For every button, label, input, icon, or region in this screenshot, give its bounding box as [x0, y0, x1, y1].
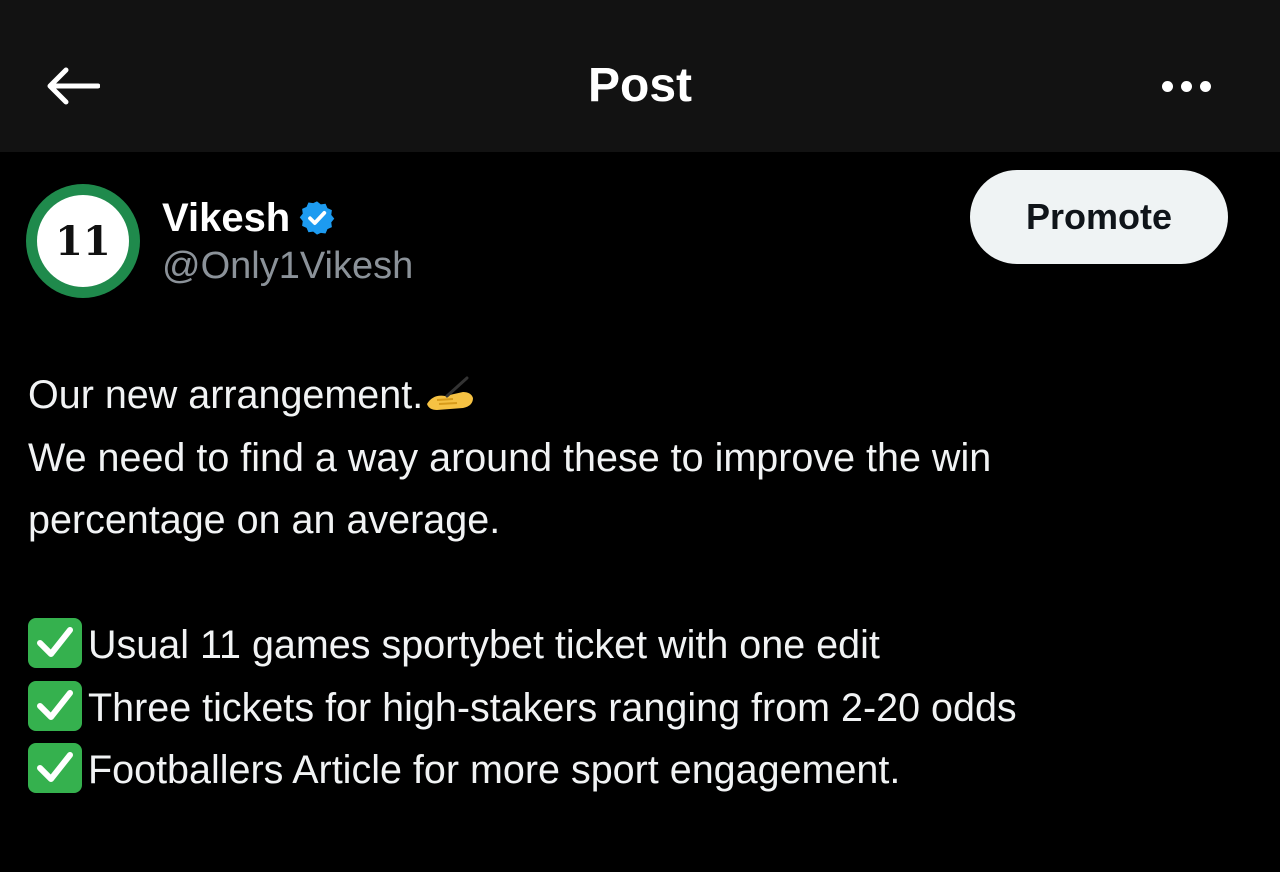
- checklist-item: Usual 11 games sportybet ticket with one…: [28, 614, 1258, 677]
- post-line: percentage on an average.: [28, 498, 501, 542]
- checklist-item-text: Footballers Article for more sport engag…: [88, 748, 901, 792]
- verified-badge-icon: [299, 201, 335, 235]
- checklist-item-text: Three tickets for high-stakers ranging f…: [88, 685, 1017, 730]
- post-text: Our new arrangement. We need to find a w…: [28, 364, 1258, 802]
- avatar-label: 11: [37, 195, 129, 287]
- post-line: We need to find a way around these to im…: [28, 435, 992, 480]
- more-horizontal-icon: [1161, 80, 1173, 92]
- more-options-button[interactable]: [1150, 66, 1222, 106]
- checklist-item: Three tickets for high-stakers ranging f…: [28, 677, 1258, 740]
- more-dot: [1199, 80, 1211, 92]
- writing-hand-icon: [427, 376, 474, 410]
- post-line: Our new arrangement.: [28, 364, 1258, 427]
- check-mark-icon: [28, 743, 82, 793]
- author-name: Vikesh: [162, 196, 291, 240]
- checklist-item: Footballers Article for more sport engag…: [28, 739, 1258, 802]
- author-handle[interactable]: @Only1Vikesh: [162, 244, 413, 288]
- post-line-text: Our new arrangement.: [28, 373, 424, 417]
- check-mark-icon: [28, 618, 82, 668]
- check-mark-icon: [28, 680, 82, 731]
- author-name-row[interactable]: Vikesh: [162, 196, 336, 240]
- top-bar: Post: [0, 0, 1280, 152]
- avatar[interactable]: 11: [26, 184, 140, 298]
- promote-button[interactable]: Promote: [970, 170, 1228, 264]
- checklist-item-text: Usual 11 games sportybet ticket with one…: [88, 623, 880, 667]
- more-dot: [1180, 80, 1192, 92]
- page-title: Post: [587, 59, 692, 112]
